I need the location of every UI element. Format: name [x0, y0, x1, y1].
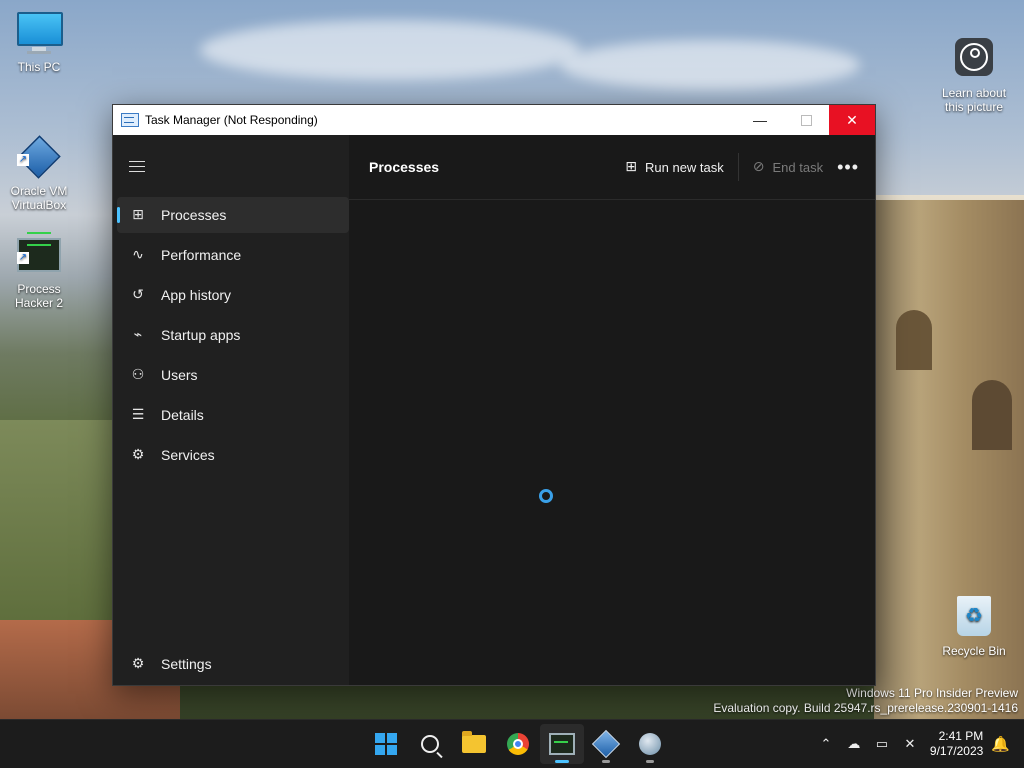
- globe-icon: [639, 733, 661, 755]
- settings-gear-icon: ⚙: [131, 656, 145, 672]
- minimize-button[interactable]: —: [737, 105, 783, 135]
- navigation-pane: ⊞ Processes ∿ Performance ↺ App history …: [113, 135, 349, 685]
- running-indicator: [555, 760, 569, 763]
- page-title: Processes: [369, 159, 440, 175]
- desktop-icon-label: Recycle Bin: [942, 644, 1006, 658]
- taskbar-apps: [364, 720, 672, 768]
- virtualbox-icon: ↗: [17, 122, 61, 179]
- details-icon: ☰: [131, 407, 145, 423]
- run-task-icon: ⊞: [625, 159, 637, 175]
- loading-spinner-icon: [539, 489, 553, 503]
- watermark-line-2: Evaluation copy. Build 25947.rs_prerelea…: [713, 701, 1018, 715]
- hamburger-menu-icon[interactable]: [129, 161, 145, 173]
- nav-item-app-history[interactable]: ↺ App history: [117, 277, 349, 313]
- nav-item-label: App history: [161, 287, 232, 303]
- end-task-label: End task: [772, 159, 824, 175]
- task-manager-app-icon: [121, 113, 139, 127]
- maximize-icon: [800, 114, 812, 126]
- more-options-button[interactable]: •••: [837, 157, 859, 178]
- virtualbox-taskbar-button[interactable]: [584, 724, 628, 764]
- processes-icon: ⊞: [132, 207, 144, 223]
- nav-item-startup-apps[interactable]: ⌁ Startup apps: [117, 317, 349, 353]
- system-tray: ⌃ ☁ ▭ ✕ 2:41 PM 9/17/2023 🔔: [812, 720, 1024, 768]
- clock[interactable]: 2:41 PM 9/17/2023: [930, 729, 983, 759]
- monitor-icon: [17, 12, 63, 56]
- minimize-icon: —: [753, 112, 767, 128]
- nav-item-label: Services: [161, 447, 215, 463]
- history-icon: ↺: [132, 287, 144, 303]
- nav-item-label: Startup apps: [161, 327, 241, 343]
- end-task-button[interactable]: ⊘ End task: [753, 159, 823, 175]
- nav-item-details[interactable]: ☰ Details: [117, 397, 349, 433]
- onedrive-cloud-icon[interactable]: ☁: [840, 724, 868, 764]
- nav-item-label: Performance: [161, 247, 242, 263]
- clock-date: 9/17/2023: [929, 744, 984, 758]
- desktop-icon-this-pc[interactable]: This PC: [1, 10, 77, 74]
- nav-item-settings[interactable]: ⚙ Settings: [117, 646, 349, 682]
- toolbar-divider: [737, 153, 739, 181]
- start-button[interactable]: [364, 724, 408, 764]
- network-icon[interactable]: ▭: [868, 724, 896, 764]
- run-new-task-label: Run new task: [645, 159, 724, 175]
- nav-item-performance[interactable]: ∿ Performance: [117, 237, 349, 273]
- shortcut-arrow-icon: ↗: [17, 252, 29, 264]
- performance-icon: ∿: [132, 247, 144, 263]
- desktop-icon-label: Learn about this picture: [941, 86, 1007, 114]
- notification-bell-icon[interactable]: 🔔: [991, 735, 1010, 753]
- nav-item-label: Details: [161, 407, 204, 423]
- nav-item-users[interactable]: ⚇ Users: [117, 357, 349, 393]
- chrome-icon: [507, 733, 529, 755]
- wallpaper-arch: [896, 310, 932, 370]
- taskbar: ⌃ ☁ ▭ ✕ 2:41 PM 9/17/2023 🔔: [0, 719, 1024, 768]
- nav-item-services[interactable]: ⚙ Services: [117, 437, 349, 473]
- close-icon: ✕: [846, 111, 858, 128]
- windows-logo-icon: [375, 733, 397, 755]
- title-bar[interactable]: Task Manager (Not Responding) — ✕: [113, 105, 875, 135]
- nav-item-processes[interactable]: ⊞ Processes: [117, 197, 349, 233]
- desktop-icon-process-hacker[interactable]: ↗ Process Hacker 2: [1, 206, 77, 324]
- windows-watermark: Windows 11 Pro Insider Preview Evaluatio…: [713, 686, 1018, 716]
- desktop-icon-recycle-bin[interactable]: ♻ Recycle Bin: [936, 596, 1012, 658]
- task-manager-taskbar-button[interactable]: [540, 724, 584, 764]
- globe-app-button[interactable]: [628, 724, 672, 764]
- services-icon: ⚙: [131, 447, 145, 463]
- running-indicator: [602, 760, 610, 763]
- processes-page: Processes ⊞ Run new task ⊘ End task •••: [349, 135, 875, 685]
- virtualbox-icon: [591, 729, 621, 759]
- clock-time: 2:41 PM: [938, 729, 984, 743]
- maximize-button[interactable]: [783, 105, 829, 135]
- file-explorer-button[interactable]: [452, 724, 496, 764]
- process-monitor-icon: [549, 733, 575, 755]
- wallpaper-arch: [972, 380, 1012, 450]
- wallpaper-hills: [0, 420, 112, 640]
- nav-item-label: Processes: [161, 207, 227, 223]
- volume-muted-icon[interactable]: ✕: [896, 724, 924, 764]
- show-hidden-icons-chevron-up-icon[interactable]: ⌃: [812, 724, 840, 764]
- desktop-icon-label: This PC: [17, 60, 61, 74]
- close-button[interactable]: ✕: [829, 105, 875, 135]
- recycle-bin-icon: ♻: [952, 596, 996, 640]
- chrome-button[interactable]: [496, 724, 540, 764]
- running-indicator: [646, 760, 654, 763]
- shortcut-arrow-icon: ↗: [17, 154, 29, 166]
- process-hacker-icon: ↗: [17, 220, 61, 272]
- wallpaper-cloud: [200, 20, 580, 80]
- search-button[interactable]: [408, 724, 452, 764]
- desktop-icon-learn-about-picture[interactable]: Learn about this picture: [936, 10, 1012, 128]
- run-new-task-button[interactable]: ⊞ Run new task: [625, 159, 724, 175]
- window-title: Task Manager (Not Responding): [145, 113, 318, 127]
- command-bar: Processes ⊞ Run new task ⊘ End task •••: [349, 135, 875, 200]
- search-icon: [421, 735, 439, 753]
- wallpaper-cloud: [560, 40, 860, 90]
- nav-item-label: Users: [161, 367, 198, 383]
- watermark-line-1: Windows 11 Pro Insider Preview: [846, 686, 1018, 700]
- nav-item-label: Settings: [161, 656, 212, 672]
- users-icon: ⚇: [131, 367, 145, 383]
- startup-icon: ⌁: [133, 327, 143, 343]
- end-task-icon: ⊘: [752, 159, 765, 175]
- task-manager-window: Task Manager (Not Responding) — ✕ ⊞ Proc…: [112, 104, 876, 686]
- folder-icon: [462, 731, 486, 753]
- camera-info-icon: [952, 24, 996, 76]
